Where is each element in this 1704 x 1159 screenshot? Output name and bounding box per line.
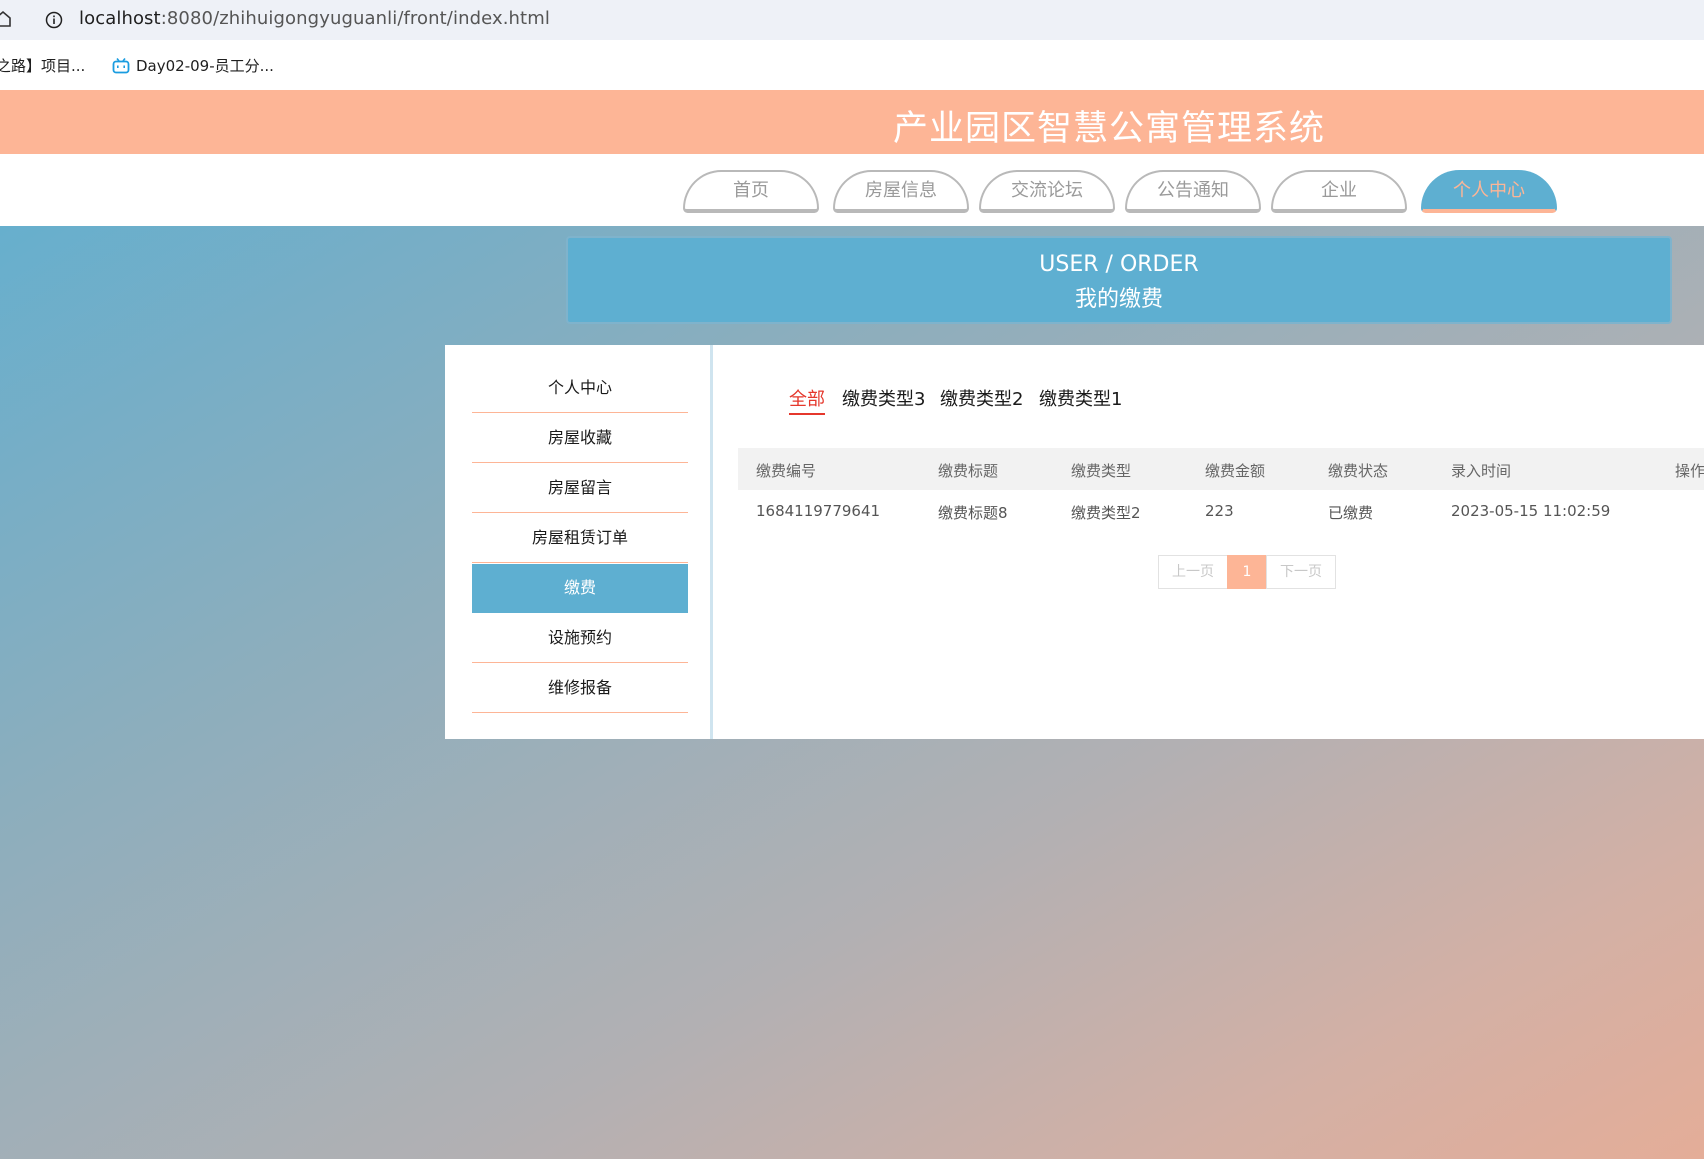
site-header: 产业园区智慧公寓管理系统 (0, 90, 1704, 154)
bilibili-tv-icon (112, 58, 130, 74)
home-icon[interactable] (0, 10, 12, 28)
user-sidebar: 个人中心 房屋收藏 房屋留言 房屋租赁订单 缴费 设施预约 维修报备 (445, 345, 713, 739)
nav-tab-user-center[interactable]: 个人中心 (1421, 170, 1557, 213)
cell-payment-no: 1684119779641 (756, 502, 881, 520)
sidebar-item-house-favorites[interactable]: 房屋收藏 (472, 414, 688, 463)
site-title: 产业园区智慧公寓管理系统 (892, 109, 1325, 149)
banner-english-title: USER / ORDER (1039, 252, 1199, 277)
table-header: 缴费编号 缴费标题 缴费类型 缴费金额 缴费状态 录入时间 操作 (738, 448, 1704, 490)
bookmark-label: Day02-09-员工分... (136, 57, 274, 75)
column-header: 录入时间 (1451, 462, 1512, 480)
bookmark-item[interactable]: 之路】项目... (0, 55, 85, 76)
cell-payment-title: 缴费标题8 (938, 504, 1008, 522)
browser-address-bar[interactable]: localhost:8080/zhihuigongyuguanli/front/… (0, 0, 1704, 40)
payment-content: 全部 缴费类型3 缴费类型2 缴费类型1 缴费编号 缴费标题 缴费类型 缴费金额… (716, 345, 1704, 739)
nav-tab-company[interactable]: 企业 (1271, 170, 1407, 213)
column-header: 缴费状态 (1328, 462, 1389, 480)
page-number-current[interactable]: 1 (1227, 555, 1267, 589)
column-header: 缴费编号 (756, 462, 817, 480)
user-center-panel: 个人中心 房屋收藏 房屋留言 房屋租赁订单 缴费 设施预约 维修报备 全部 缴费… (445, 345, 1704, 739)
cell-entry-time: 2023-05-15 11:02:59 (1451, 502, 1611, 520)
filter-tab-all[interactable]: 全部 (789, 385, 825, 415)
cell-payment-type: 缴费类型2 (1071, 504, 1141, 522)
table-row[interactable]: 1684119779641 缴费标题8 缴费类型2 223 已缴费 2023-0… (738, 490, 1704, 532)
filter-tab-type1[interactable]: 缴费类型1 (1039, 385, 1122, 413)
url-text[interactable]: localhost:8080/zhihuigongyuguanli/front/… (79, 8, 550, 29)
filter-tab-type3[interactable]: 缴费类型3 (842, 385, 925, 413)
info-icon[interactable] (44, 10, 64, 30)
banner-title: 我的缴费 (1074, 287, 1163, 312)
site-page: 产业园区智慧公寓管理系统 首页 房屋信息 交流论坛 公告通知 企业 个人中心 U… (0, 90, 1704, 1159)
sidebar-item-user-center[interactable]: 个人中心 (472, 364, 688, 413)
sidebar-item-facility-booking[interactable]: 设施预约 (472, 614, 688, 663)
cell-payment-amount: 223 (1205, 502, 1234, 520)
bookmark-item[interactable]: Day02-09-员工分... (112, 55, 274, 76)
sidebar-item-repair-report[interactable]: 维修报备 (472, 664, 688, 713)
page-banner: USER / ORDER 我的缴费 (566, 236, 1672, 324)
nav-tab-notice[interactable]: 公告通知 (1125, 170, 1261, 213)
sidebar-item-payment[interactable]: 缴费 (472, 564, 688, 613)
column-header: 缴费类型 (1071, 462, 1132, 480)
cell-payment-status: 已缴费 (1328, 504, 1374, 522)
nav-tab-forum[interactable]: 交流论坛 (979, 170, 1115, 213)
url-path: :8080/zhihuigongyuguanli/front/index.htm… (160, 8, 550, 29)
bookmarks-bar: 之路】项目... Day02-09-员工分... (0, 40, 1704, 90)
filter-tab-type2[interactable]: 缴费类型2 (940, 385, 1023, 413)
sidebar-item-rental-orders[interactable]: 房屋租赁订单 (472, 514, 688, 563)
nav-tab-home[interactable]: 首页 (683, 170, 819, 213)
main-nav: 首页 房屋信息 交流论坛 公告通知 企业 个人中心 (0, 154, 1704, 226)
column-header: 操作 (1675, 462, 1704, 480)
prev-page-button[interactable]: 上一页 (1158, 555, 1228, 589)
sidebar-item-house-messages[interactable]: 房屋留言 (472, 464, 688, 513)
url-host: localhost (79, 8, 161, 29)
column-header: 缴费标题 (938, 462, 999, 480)
next-page-button[interactable]: 下一页 (1266, 555, 1336, 589)
nav-tab-house-info[interactable]: 房屋信息 (833, 170, 969, 213)
column-header: 缴费金额 (1205, 462, 1266, 480)
